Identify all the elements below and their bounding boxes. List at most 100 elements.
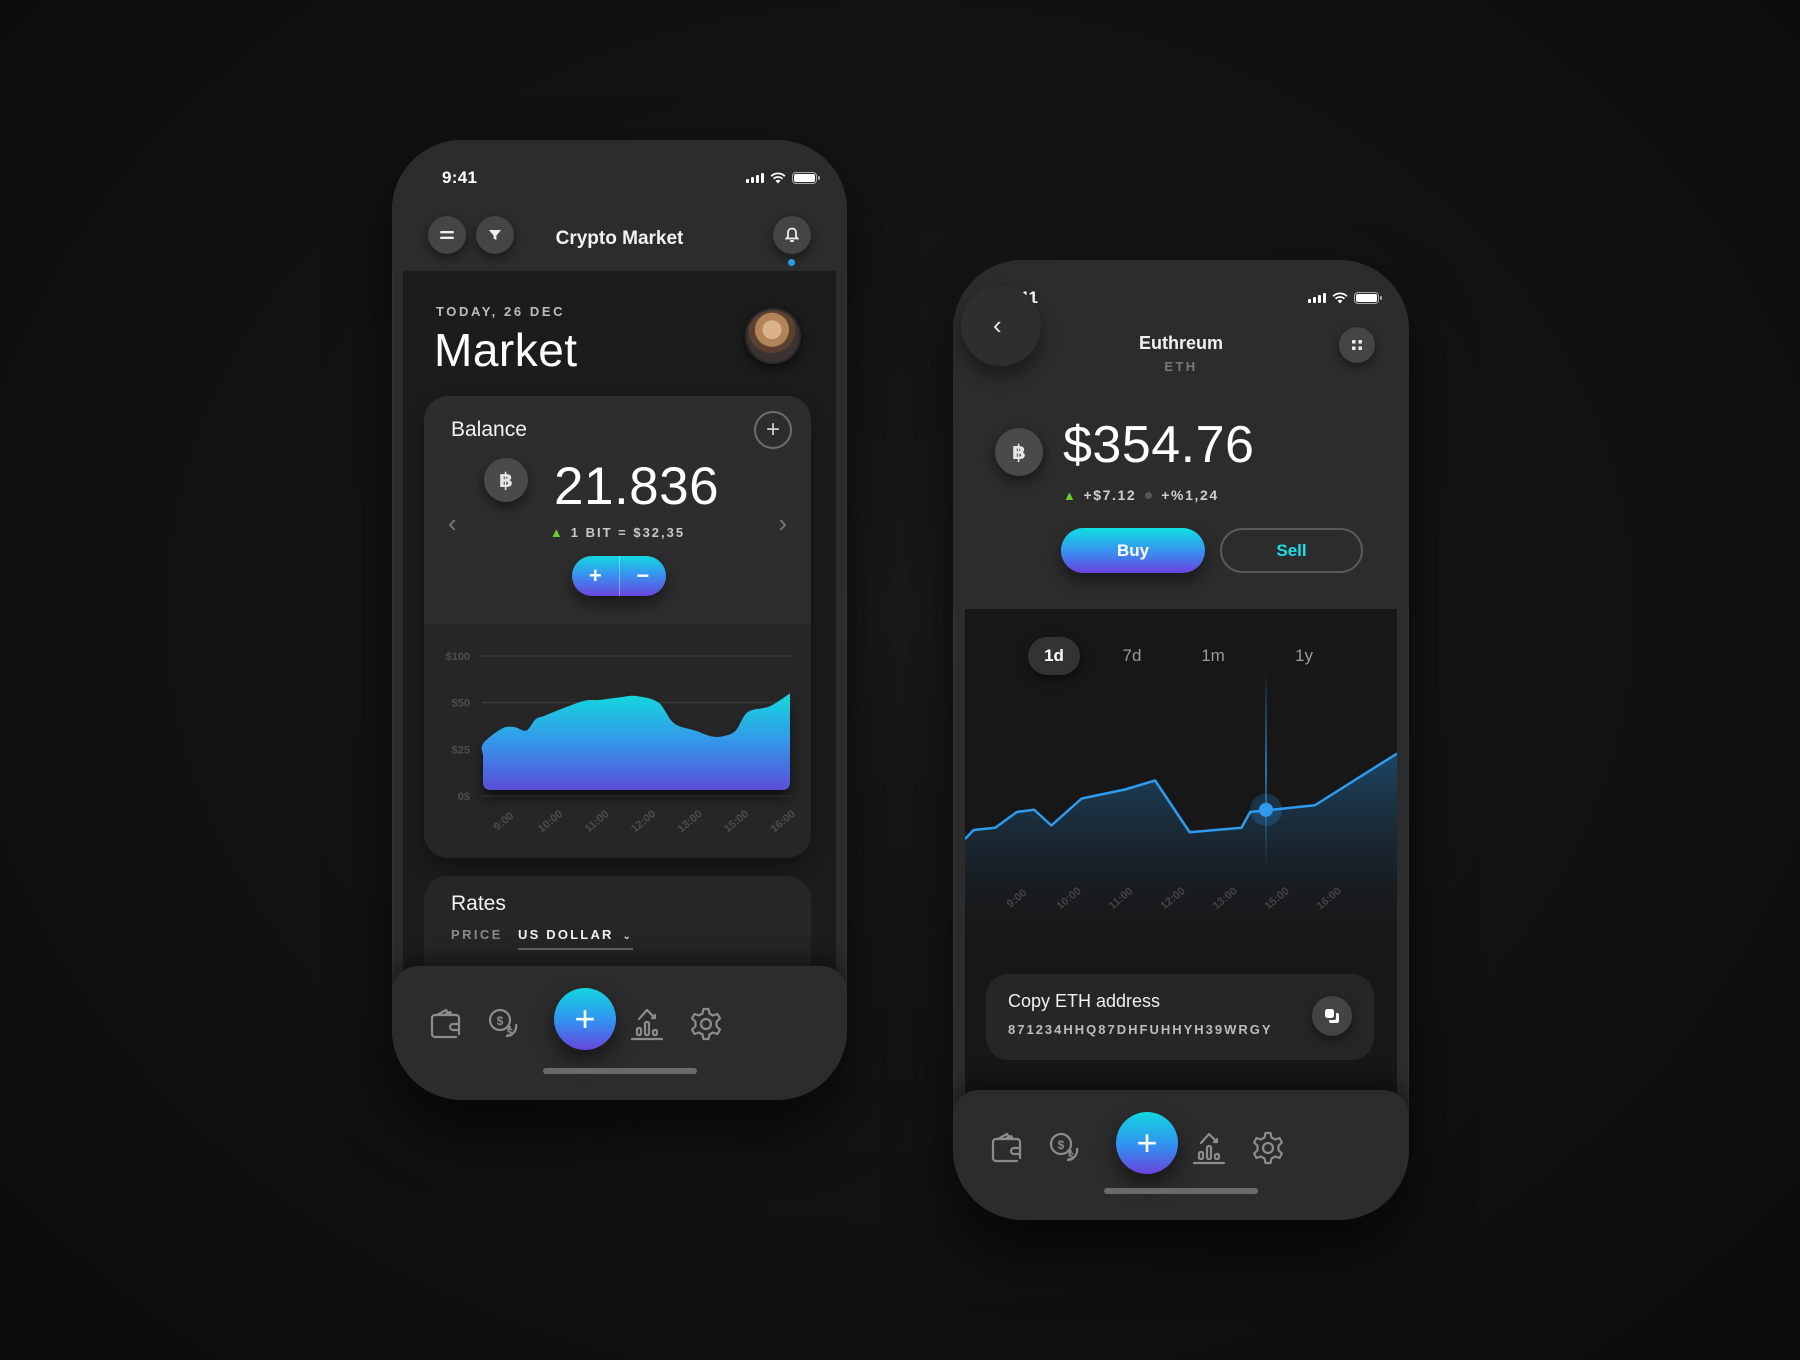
filter-icon: [489, 230, 501, 240]
bottom-tab-bar: $ $ +: [392, 966, 847, 1100]
settings-icon: [1252, 1131, 1284, 1165]
chart-icon: [1192, 1132, 1226, 1165]
wallet-icon: [430, 1008, 461, 1039]
y-tick-label: $50: [452, 698, 470, 710]
change-percent: +%1,24: [1161, 487, 1219, 503]
tab-settings[interactable]: [688, 1006, 724, 1042]
trend-up-icon: ▲: [549, 525, 565, 540]
tab-1m[interactable]: 1m: [1187, 637, 1239, 675]
change-absolute: +$7.12: [1083, 487, 1137, 503]
battery-icon: [1354, 292, 1382, 304]
trend-up-icon: ▲: [1063, 488, 1078, 503]
avatar[interactable]: [745, 308, 801, 364]
tab-wallet[interactable]: [988, 1130, 1024, 1166]
price-label: PRICE: [451, 927, 503, 942]
notifications-button[interactable]: [773, 216, 811, 254]
rates-title: Rates: [451, 892, 506, 915]
svg-text:$: $: [497, 1014, 504, 1028]
add-fab-button[interactable]: +: [554, 988, 616, 1050]
home-indicator: [1104, 1188, 1258, 1194]
svg-text:$: $: [1058, 1138, 1065, 1152]
balance-title: Balance: [451, 418, 527, 441]
coins-icon: $$: [488, 1008, 518, 1039]
tab-1d[interactable]: 1d: [1028, 637, 1080, 675]
phone-coin-detail-screen: 9:41 ‹ Euthreum ETH ฿ $354.76 ▲+$7.12+%1…: [953, 260, 1409, 1220]
status-time: 9:41: [442, 168, 478, 187]
decrement-button[interactable]: −: [620, 556, 667, 596]
add-balance-button[interactable]: +: [754, 411, 792, 449]
sell-button[interactable]: Sell: [1220, 528, 1363, 573]
x-tick-label: 16:00: [768, 808, 797, 835]
buy-button[interactable]: Buy: [1061, 528, 1205, 573]
rate-text: 1 BIT = $32,35: [570, 525, 686, 540]
chart-icon: [630, 1008, 664, 1041]
page-title: Market: [434, 324, 578, 376]
balance-area-chart: 0$ $25 $50 $100 9:00 10:00 11:00 12:00 13:00 15:…: [446, 651, 798, 835]
notification-dot: [788, 259, 795, 266]
signal-icon: [1308, 293, 1326, 303]
status-icons: [746, 172, 820, 184]
coin-icon: ฿: [995, 428, 1043, 476]
crosshair-line[interactable]: [1265, 669, 1267, 869]
menu-icon: [440, 231, 454, 239]
tab-stats[interactable]: [1191, 1130, 1227, 1166]
balance-area-series: [481, 693, 790, 790]
coins-icon: $$: [1049, 1132, 1079, 1163]
back-button[interactable]: ‹: [961, 286, 1041, 366]
y-tick-label: $100: [446, 651, 470, 663]
menu-button[interactable]: [428, 216, 466, 254]
add-fab-button[interactable]: +: [1116, 1112, 1178, 1174]
currency-dropdown[interactable]: US DOLLAR ⌄: [518, 927, 634, 950]
settings-icon: [690, 1007, 722, 1041]
currency-value: US DOLLAR: [518, 927, 614, 942]
svg-text:$: $: [1068, 1151, 1074, 1163]
grid-icon: [1352, 340, 1362, 350]
eth-area-fill: [965, 753, 1397, 939]
wifi-icon: [1332, 292, 1348, 304]
tab-stats[interactable]: [629, 1006, 665, 1042]
separator-dot: [1145, 491, 1153, 499]
header-title: Crypto Market: [555, 228, 684, 249]
copy-title: Copy ETH address: [1008, 991, 1161, 1011]
x-tick-label: 10:00: [536, 808, 565, 835]
status-bar: 9:41: [392, 140, 847, 220]
chevron-down-icon: ⌄: [622, 931, 634, 942]
price-change: ▲ +$7.12 +%1,24: [1063, 487, 1219, 503]
svg-text:$: $: [507, 1027, 513, 1039]
wallet-icon: [991, 1132, 1022, 1163]
tab-1y[interactable]: 1y: [1278, 637, 1330, 675]
highlight-point[interactable]: [1259, 802, 1273, 817]
copy-address-card[interactable]: Copy ETH address 871234HHQ87DHFUHHYH39WR…: [986, 974, 1374, 1060]
more-options-button[interactable]: [1339, 327, 1375, 363]
date-label: TODAY, 26 DEC: [436, 304, 566, 319]
balance-card: Balance + ฿ 21.836 ‹ › ▲ 1 BIT = $32,35 +…: [424, 396, 811, 858]
x-tick-label: 9:00: [492, 810, 517, 833]
y-tick-label: $25: [452, 744, 470, 756]
signal-icon: [746, 173, 764, 183]
bottom-tab-bar: $ $ +: [953, 1090, 1409, 1220]
coin-symbol: ETH: [1164, 359, 1198, 374]
x-tick-label: 12:00: [629, 808, 658, 835]
increment-decrement-toggle: + −: [572, 556, 666, 596]
x-tick-label: 13:00: [675, 808, 704, 835]
eth-address: 871234HHQ87DHFUHHYH39WRGY: [1008, 1022, 1273, 1037]
increment-button[interactable]: +: [572, 556, 619, 596]
rate-line: ▲ 1 BIT = $32,35: [424, 525, 811, 540]
bell-icon: [785, 227, 799, 242]
tab-wallet[interactable]: [427, 1006, 463, 1042]
period-tabs: 1d 7d 1m 1y: [953, 637, 1409, 675]
status-icons: [1308, 292, 1382, 304]
x-tick-label: 11:00: [583, 808, 612, 835]
plus-circle-icon: +: [765, 416, 780, 443]
bitcoin-icon: ฿: [484, 458, 528, 502]
battery-icon: [792, 172, 820, 184]
copy-button[interactable]: [1312, 996, 1352, 1036]
tab-settings[interactable]: [1250, 1130, 1286, 1166]
home-indicator: [542, 1068, 697, 1074]
phone-market-screen: 9:41 Crypto Market TODAY, 26 DEC Market …: [392, 140, 847, 1100]
coin-price: $354.76: [1063, 416, 1255, 474]
tab-7d[interactable]: 7d: [1106, 637, 1158, 675]
tab-exchange[interactable]: $ $: [1047, 1130, 1083, 1166]
tab-exchange[interactable]: $ $: [486, 1006, 522, 1042]
y-tick-label: 0$: [458, 791, 470, 803]
